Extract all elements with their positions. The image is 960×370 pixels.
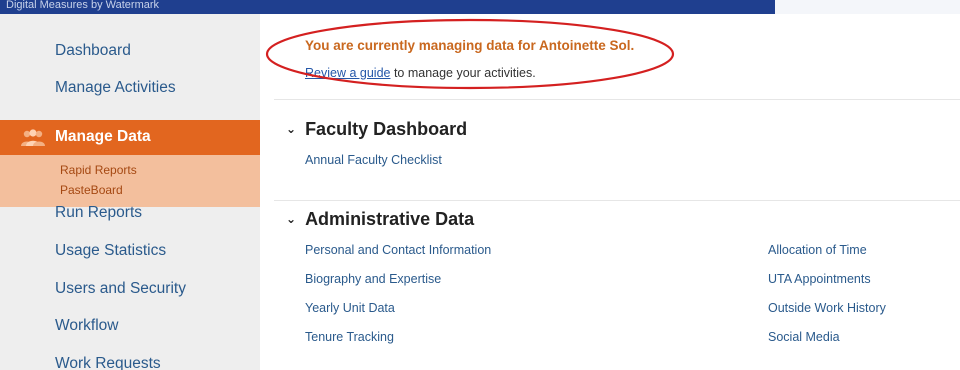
guide-line-text: to manage your activities. xyxy=(390,66,536,80)
chevron-down-icon: ⌄ xyxy=(286,122,297,136)
link-personal-contact-information[interactable]: Personal and Contact Information xyxy=(305,243,491,257)
sidebar-item-manage-activities[interactable]: Manage Activities xyxy=(55,79,176,97)
divider xyxy=(274,200,960,201)
review-guide-link[interactable]: Review a guide xyxy=(305,66,390,80)
chevron-down-icon: ⌄ xyxy=(286,212,297,226)
section-title: Administrative Data xyxy=(305,209,475,229)
sidebar-item-label: Manage Data xyxy=(55,128,151,145)
link-uta-appointments[interactable]: UTA Appointments xyxy=(768,272,871,286)
link-outside-work-history[interactable]: Outside Work History xyxy=(768,301,886,315)
sidebar-item-dashboard[interactable]: Dashboard xyxy=(55,42,131,60)
sidebar-subitem-pasteboard[interactable]: PasteBoard xyxy=(60,183,123,197)
users-icon xyxy=(21,129,45,146)
top-bar-search-area[interactable] xyxy=(775,0,960,14)
app-title: Digital Measures by Watermark xyxy=(6,0,160,11)
link-social-media[interactable]: Social Media xyxy=(768,330,840,344)
link-tenure-tracking[interactable]: Tenure Tracking xyxy=(305,330,394,344)
link-annual-faculty-checklist[interactable]: Annual Faculty Checklist xyxy=(305,153,442,167)
sidebar-item-usage-statistics[interactable]: Usage Statistics xyxy=(55,242,166,260)
link-allocation-of-time[interactable]: Allocation of Time xyxy=(768,243,867,257)
link-yearly-unit-data[interactable]: Yearly Unit Data xyxy=(305,301,395,315)
divider xyxy=(274,99,960,100)
sidebar-item-manage-data[interactable]: Manage Data xyxy=(0,120,260,155)
sidebar-item-users-and-security[interactable]: Users and Security xyxy=(55,280,186,298)
sidebar-item-run-reports[interactable]: Run Reports xyxy=(55,204,142,222)
sidebar-item-workflow[interactable]: Workflow xyxy=(55,317,118,335)
sidebar-subnav: Rapid Reports PasteBoard xyxy=(0,155,260,207)
main-content: You are currently managing data for Anto… xyxy=(265,14,960,370)
sidebar-item-work-requests[interactable]: Work Requests xyxy=(55,355,161,370)
link-biography-expertise[interactable]: Biography and Expertise xyxy=(305,272,441,286)
faculty-dashboard-header[interactable]: ⌄ Faculty Dashboard xyxy=(286,119,467,140)
sidebar-subitem-rapid-reports[interactable]: Rapid Reports xyxy=(60,163,137,177)
managing-data-notice: You are currently managing data for Anto… xyxy=(305,38,635,53)
administrative-data-header[interactable]: ⌄ Administrative Data xyxy=(286,209,474,230)
sidebar: Dashboard Manage Activities Manage Data … xyxy=(0,14,260,370)
annotation-ellipse xyxy=(265,18,675,90)
guide-line: Review a guide to manage your activities… xyxy=(305,66,536,80)
top-bar: Digital Measures by Watermark xyxy=(0,0,960,14)
section-title: Faculty Dashboard xyxy=(305,119,468,139)
